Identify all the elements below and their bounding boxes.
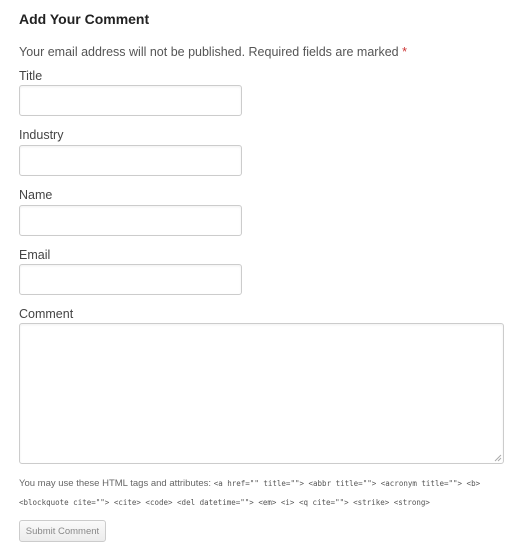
industry-label: Industry xyxy=(19,128,64,142)
notes-text: Your email address will not be published… xyxy=(19,45,403,59)
title-label: Title xyxy=(19,69,43,83)
name-input[interactable] xyxy=(19,205,242,236)
required-marker: * xyxy=(402,45,407,59)
allowed-tags-note: You may use these HTML tags and attribut… xyxy=(19,474,505,512)
title-input[interactable] xyxy=(19,85,242,116)
email-label: Email xyxy=(19,248,51,262)
name-label: Name xyxy=(19,188,53,202)
resize-grip-icon[interactable] xyxy=(493,453,502,462)
comment-textarea[interactable] xyxy=(19,323,504,464)
industry-input[interactable] xyxy=(19,145,242,176)
submit-comment-button[interactable]: Submit Comment xyxy=(19,520,106,542)
comment-label: Comment xyxy=(19,307,74,321)
email-input[interactable] xyxy=(19,264,242,295)
allowed-tags-intro: You may use these HTML tags and attribut… xyxy=(19,478,214,489)
form-heading: Add Your Comment xyxy=(19,11,150,27)
form-notes: Your email address will not be published… xyxy=(19,45,407,59)
